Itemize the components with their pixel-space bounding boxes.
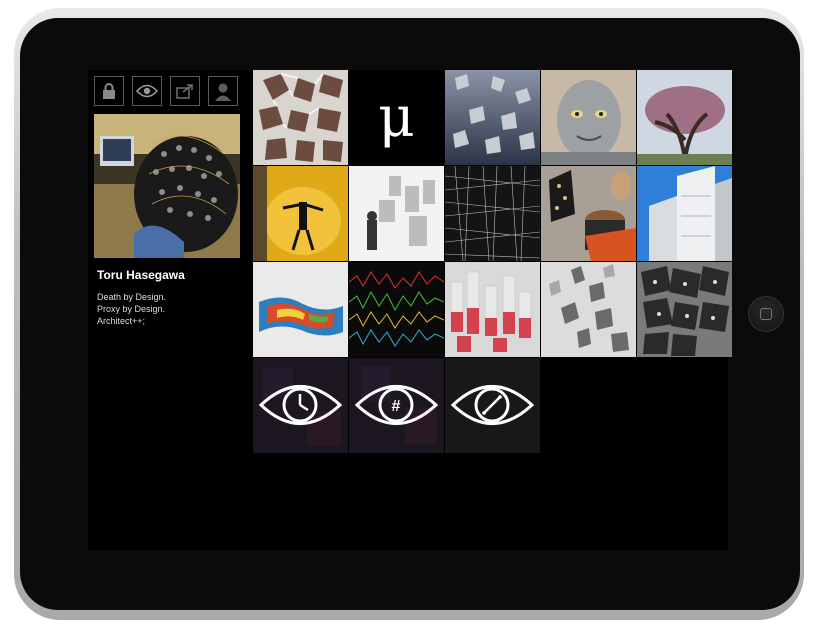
profile-button[interactable] bbox=[208, 76, 238, 106]
project-tile-textile-shapes[interactable] bbox=[541, 166, 636, 261]
home-square-icon bbox=[760, 308, 772, 320]
bio-line: Death by Design. bbox=[97, 292, 167, 302]
lock-button[interactable] bbox=[94, 76, 124, 106]
eye-icon bbox=[136, 84, 158, 98]
eye-tile-hash[interactable]: # bbox=[349, 358, 444, 453]
view-button[interactable] bbox=[132, 76, 162, 106]
project-tile-mu[interactable]: μ bbox=[349, 70, 444, 165]
hash-symbol: # bbox=[392, 398, 401, 415]
home-button[interactable] bbox=[748, 296, 784, 332]
eye-tile-clock[interactable] bbox=[253, 358, 348, 453]
share-icon bbox=[176, 84, 193, 99]
project-tile-exploded-fragments[interactable] bbox=[541, 262, 636, 357]
project-tile-white-building[interactable] bbox=[637, 166, 732, 261]
project-tile-red-blocks[interactable] bbox=[445, 262, 540, 357]
app-screen: Toru Hasegawa Death by Design. Proxy by … bbox=[88, 70, 732, 550]
project-tile-lattice[interactable] bbox=[253, 70, 348, 165]
mu-symbol: μ bbox=[378, 85, 415, 150]
project-tile-yellow-room[interactable] bbox=[253, 166, 348, 261]
project-tile-bonsai[interactable] bbox=[637, 70, 732, 165]
profile-sidebar: Toru Hasegawa Death by Design. Proxy by … bbox=[88, 70, 240, 550]
share-button[interactable] bbox=[170, 76, 200, 106]
project-tile-robot-face[interactable] bbox=[541, 70, 636, 165]
profile-photo bbox=[94, 114, 240, 258]
project-tile-floating-objects[interactable] bbox=[445, 70, 540, 165]
user-icon bbox=[215, 83, 231, 101]
bio-line: Architect++; bbox=[97, 316, 146, 326]
eye-tile-compass[interactable] bbox=[445, 358, 540, 453]
sidebar-toolbar bbox=[94, 76, 240, 108]
project-tile-waveforms[interactable] bbox=[349, 262, 444, 357]
project-tile-white-blocks[interactable] bbox=[349, 166, 444, 261]
bio-line: Proxy by Design. bbox=[97, 304, 166, 314]
project-tile-heatmap-terrain[interactable] bbox=[253, 262, 348, 357]
profile-name: Toru Hasegawa bbox=[97, 268, 185, 282]
lock-icon bbox=[103, 83, 115, 99]
project-tile-metal-panels[interactable] bbox=[637, 262, 732, 357]
project-tile-wireframe[interactable] bbox=[445, 166, 540, 261]
